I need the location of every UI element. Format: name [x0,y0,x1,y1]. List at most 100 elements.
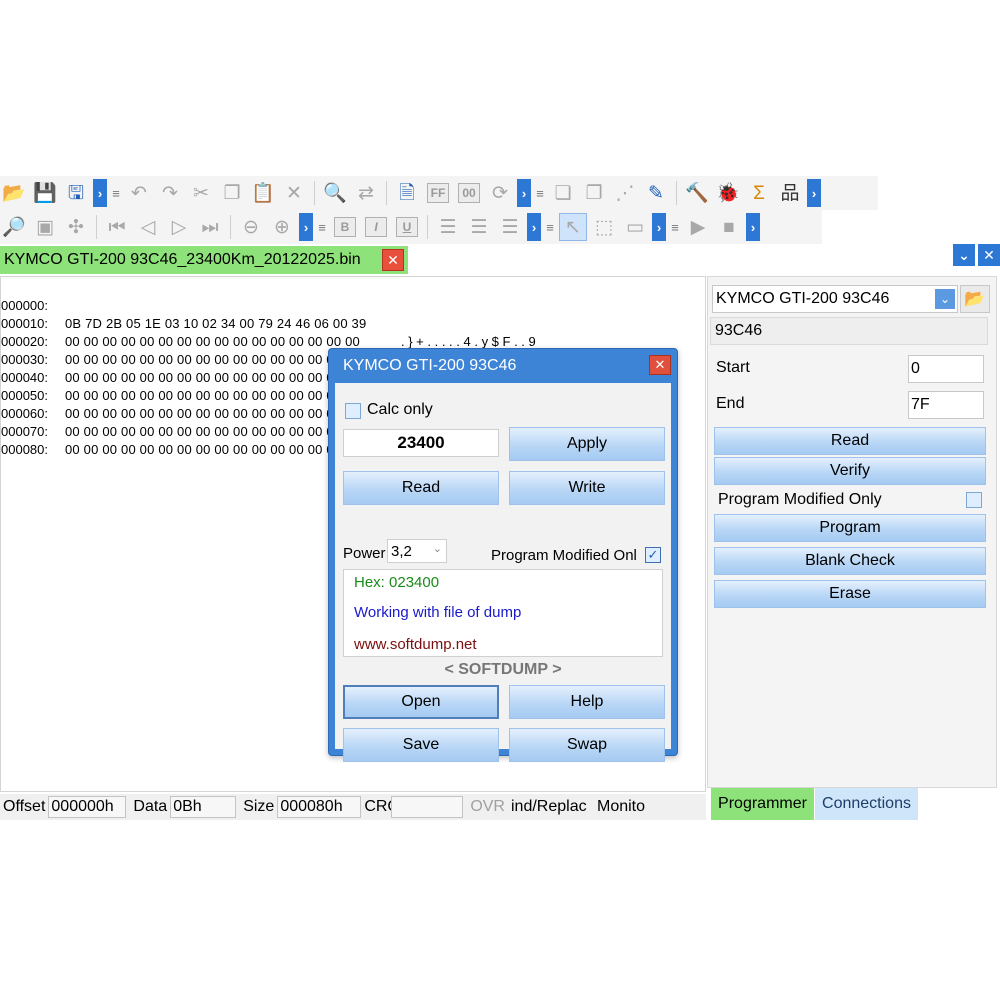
toolbar-grip-icon[interactable]: ≡ [110,179,122,207]
close-icon[interactable]: ✕ [978,244,1000,266]
align-right-icon[interactable]: ☰ [496,213,524,241]
chevron-down-icon[interactable]: ⌄ [953,244,975,266]
refresh-icon[interactable]: ⟳ [486,179,514,207]
pointer-icon[interactable]: ↖ [559,213,587,241]
hex-bytes[interactable]: 00 00 00 00 00 00 00 00 00 00 00 00 00 0… [65,423,360,441]
hex-row[interactable]: 000080: [1,423,48,457]
hex-bytes[interactable]: 00 00 00 00 00 00 00 00 00 00 00 00 00 0… [65,387,360,405]
swap-button[interactable]: Swap [509,728,665,762]
tab-connections[interactable]: Connections [815,788,918,820]
copy-icon[interactable]: ❐ [218,179,246,207]
stop-icon[interactable]: ■ [715,213,743,241]
document-icon[interactable]: 🗎 [393,179,421,207]
hex-row[interactable]: 000000: 0B 7D 2B 05 1E 03 10 02 34 00 79… [1,279,536,349]
save-button[interactable]: Save [343,728,499,762]
last-page-icon[interactable]: ⏭ [196,213,224,241]
hex-row[interactable]: 000020: 00 00 00 00 00 00 00 00 00 00 00… [1,315,513,385]
zoom-icon[interactable]: 🔎 [0,213,28,241]
hex-bytes[interactable]: 00 00 00 00 00 00 00 00 00 00 00 00 00 0… [65,405,360,423]
tools-icon[interactable]: 🔨 [683,179,711,207]
cut-icon[interactable]: ✂ [187,179,215,207]
redo-icon[interactable]: ↷ [156,179,184,207]
blank-check-button[interactable]: Blank Check [714,547,986,575]
hex-bytes[interactable]: 00 00 00 00 00 00 00 00 00 00 00 00 00 0… [65,441,360,459]
save-icon[interactable]: 💾 [31,179,59,207]
toolbar-grip-icon[interactable]: ≡ [534,179,546,207]
grid-icon[interactable]: ⋰ [611,179,639,207]
open-button[interactable]: Open [343,685,499,719]
open-folder-icon[interactable]: 📂 [0,179,28,207]
next-page-icon[interactable]: ▷ [165,213,193,241]
checksum-icon[interactable]: Σ [745,179,773,207]
erase-button[interactable]: Erase [714,580,986,608]
read-button[interactable]: Read [343,471,499,505]
previous-page-icon[interactable]: ◁ [134,213,162,241]
edit-icon[interactable]: ✎ [642,179,670,207]
chevron-down-icon[interactable]: ⌄ [935,289,955,309]
image-icon[interactable]: ▭ [621,213,649,241]
document-tab[interactable]: KYMCO GTI-200 93C46_23400Km_20122025.bin… [0,246,408,274]
toolbar-overflow-chevron-icon[interactable]: › [652,213,666,241]
hex-bytes[interactable]: 0B 7D 2B 05 1E 03 10 02 34 00 79 24 46 0… [65,315,366,333]
fill-ff-icon[interactable]: FF [424,179,452,207]
replace-icon[interactable]: ⇄ [352,179,380,207]
toolbar-overflow-chevron-icon[interactable]: › [746,213,760,241]
hex-row[interactable]: 000060: 00 00 00 00 00 00 00 00 00 00 00… [1,387,360,439]
underline-button[interactable]: U [393,213,421,241]
hex-row[interactable]: 000030: 00 00 00 00 00 00 00 00 00 00 00… [1,333,513,403]
paste-icon[interactable]: 📋 [249,179,277,207]
write-button[interactable]: Write [509,471,665,505]
tab-programmer[interactable]: Programmer [711,788,814,820]
hex-bytes[interactable]: 00 00 00 00 00 00 00 00 00 00 00 00 00 0… [65,369,360,387]
program-modified-only-checkbox[interactable] [966,492,982,508]
save-as-icon[interactable]: 🖫 [62,179,90,207]
device-select[interactable]: KYMCO GTI-200 93C46 ⌄ [712,285,958,313]
toolbar-grip-icon[interactable]: ≡ [669,213,681,241]
open-device-icon[interactable]: 📂 [960,285,990,313]
find-icon[interactable]: 🔍 [321,179,349,207]
bold-button[interactable]: B [331,213,359,241]
hex-row[interactable]: 000010: 00 00 00 00 00 00 00 00 00 00 00… [1,297,513,367]
hex-bytes[interactable]: 00 00 00 00 00 00 00 00 00 00 00 00 00 0… [65,351,360,369]
program-modified-checkbox[interactable]: ✓ [645,547,661,563]
align-left-icon[interactable]: ☰ [434,213,462,241]
toolbar-overflow-chevron-icon[interactable]: › [517,179,531,207]
apply-button[interactable]: Apply [509,427,665,461]
end-input[interactable]: 7F [908,391,984,419]
hex-row[interactable]: 000050: 00 00 00 00 00 00 00 00 00 00 00… [1,369,360,421]
toolbar-grip-icon[interactable]: ≡ [316,213,328,241]
verify-button[interactable]: Verify [714,457,986,485]
mileage-input[interactable]: 23400 [343,429,499,457]
hex-row[interactable]: 000070: 00 00 00 00 00 00 00 00 00 00 00… [1,405,360,457]
undo-icon[interactable]: ↶ [125,179,153,207]
toolbar-overflow-chevron-icon[interactable]: › [299,213,313,241]
close-tab-icon[interactable]: ✕ [382,249,404,271]
hex-bytes[interactable]: 00 00 00 00 00 00 00 00 00 00 00 00 00 0… [65,333,360,351]
play-icon[interactable]: ▶ [684,213,712,241]
first-page-icon[interactable]: ⏮ [103,213,131,241]
close-icon[interactable]: ✕ [649,355,671,375]
website-link[interactable]: www.softdump.net [354,636,477,653]
toolbar-grip-icon[interactable]: ≡ [544,213,556,241]
crosshair-icon[interactable]: ✣ [62,213,90,241]
align-center-icon[interactable]: ☰ [465,213,493,241]
bug-icon[interactable]: 🐞 [714,179,742,207]
program-button[interactable]: Program [714,514,986,542]
network-icon[interactable]: 品 [776,179,804,207]
toolbar-overflow-chevron-icon[interactable]: › [527,213,541,241]
power-select[interactable]: 3,2 ⌄ [387,539,447,563]
forward-circle-icon[interactable]: ⊕ [268,213,296,241]
calc-only-checkbox[interactable] [345,403,361,419]
back-circle-icon[interactable]: ⊖ [237,213,265,241]
read-button[interactable]: Read [714,427,986,455]
select-zoom-icon[interactable]: ⬚ [590,213,618,241]
fit-window-icon[interactable]: ▣ [31,213,59,241]
hex-row[interactable]: 000040: 00 00 00 00 00 00 00 00 00 00 00… [1,351,360,403]
chevron-down-icon[interactable]: ⌄ [433,542,442,555]
delete-icon[interactable]: ✕ [280,179,308,207]
help-button[interactable]: Help [509,685,665,719]
fill-00-icon[interactable]: 00 [455,179,483,207]
toolbar-overflow-chevron-icon[interactable]: › [807,179,821,207]
toolbar-overflow-chevron-icon[interactable]: › [93,179,107,207]
start-input[interactable]: 0 [908,355,984,383]
